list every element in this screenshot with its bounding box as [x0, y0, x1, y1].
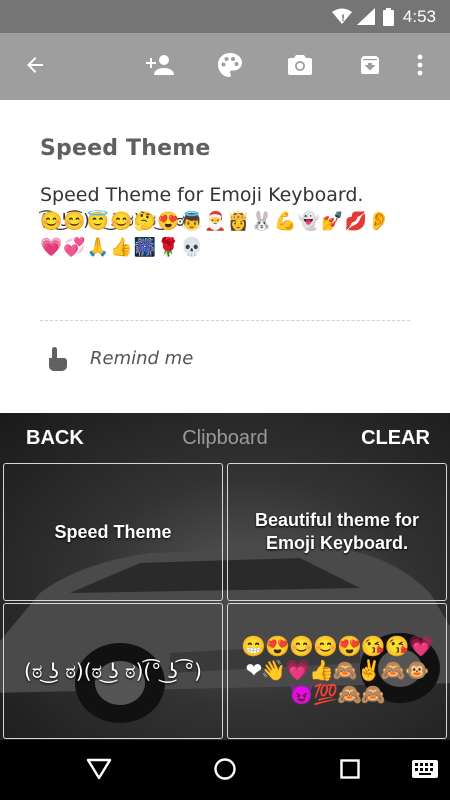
note-title[interactable]: Speed Theme [40, 136, 210, 161]
status-bar: ! 4:53 [0, 0, 450, 33]
emoji: 👍 [110, 237, 133, 257]
keyboard-switch-button[interactable] [408, 754, 442, 788]
clipboard-item[interactable]: Beautiful theme for Emoji Keyboard. [227, 463, 447, 601]
clipboard-keyboard: Clipboard BACK CLEAR Speed Theme Beautif… [0, 413, 450, 740]
clipboard-item[interactable]: 😁😍😊😊😍😘😘💗❤👋💗👍🙈✌🙈🐵😈💯🙈🙈 [227, 603, 447, 739]
nav-back-button[interactable] [82, 754, 116, 788]
clipboard-item-text: Beautiful theme for Emoji Keyboard. [254, 510, 419, 553]
emoji: 👸 [227, 211, 250, 231]
back-button[interactable] [18, 50, 52, 84]
svg-text:!: ! [341, 14, 345, 24]
nav-home-icon [213, 757, 237, 786]
emoji: 😍 [157, 211, 180, 231]
navigation-bar [0, 740, 450, 800]
emoji: 🐰 [250, 211, 274, 231]
note-editor: Speed Theme Speed Theme for Emoji Keyboa… [0, 100, 450, 413]
emoji: 👻 [297, 211, 321, 231]
note-emoji-row: 😊 😊 😇 😊 🤔 😍 👼 🎅 👸 🐰 💪 👻 💅 💋 👂 [40, 210, 390, 232]
emoji: 👂 [367, 211, 391, 231]
divider [40, 320, 410, 321]
emoji: 💗 [40, 237, 63, 257]
toolbar [0, 33, 450, 100]
clipboard-item-text: (ಠ ͜ʖ ಠ)(ಠ ͜ʖ ಠ)(͡° ͜ʖ ͡°) [24, 659, 202, 683]
add-collaborator-button[interactable] [143, 50, 177, 84]
camera-icon [287, 53, 313, 82]
emoji: 😊 [110, 211, 133, 231]
person-add-icon [145, 53, 175, 82]
emoji: 🤔 [133, 211, 157, 231]
clipboard-header: Clipboard BACK CLEAR [0, 413, 450, 461]
remind-me-label: Remind me [90, 348, 194, 369]
emoji: 😊 [63, 211, 86, 231]
archive-button[interactable] [353, 50, 387, 84]
emoji: 🎅 [203, 211, 227, 231]
emoji: 💋 [344, 211, 367, 231]
palette-icon [217, 52, 243, 83]
color-button[interactable] [213, 50, 247, 84]
nav-recents-button[interactable] [333, 754, 367, 788]
arrow-back-icon [23, 53, 47, 82]
emoji: 💅 [321, 211, 344, 231]
emoji: 🌹 [157, 237, 180, 257]
cell-signal-icon [357, 8, 375, 30]
emoji: 🙏 [86, 237, 110, 257]
emoji: 💞 [63, 237, 86, 257]
clipboard-item-text: Speed Theme [54, 521, 172, 542]
nav-home-button[interactable] [208, 754, 242, 788]
more-vert-icon [416, 53, 424, 82]
nav-recents-icon [340, 758, 360, 784]
emoji: 😊 [40, 211, 63, 231]
more-options-button[interactable] [403, 50, 437, 84]
clipboard-item-text: 😁😍😊😊😍😘😘💗❤👋💗👍🙈✌🙈🐵😈💯🙈🙈 [241, 636, 433, 706]
clock: 4:53 [402, 7, 436, 26]
emoji: 💀 [180, 237, 203, 257]
back-key[interactable]: BACK [26, 427, 84, 450]
archive-icon [358, 53, 382, 82]
remind-me-button[interactable]: Remind me [40, 342, 340, 376]
nav-back-icon [86, 758, 112, 785]
keyboard-icon [412, 759, 438, 783]
battery-icon [383, 8, 394, 31]
pointing-hand-icon [46, 346, 70, 377]
emoji: 😇 [86, 211, 110, 231]
clear-key[interactable]: CLEAR [361, 427, 430, 450]
camera-button[interactable] [283, 50, 317, 84]
wifi-icon: ! [332, 8, 352, 30]
clipboard-item[interactable]: Speed Theme [3, 463, 223, 601]
clipboard-item[interactable]: (ಠ ͜ʖ ಠ)(ಠ ͜ʖ ಠ)(͡° ͜ʖ ͡°) [3, 603, 223, 739]
note-body-line: Speed Theme for Emoji Keyboard. [40, 184, 364, 206]
emoji: 🎆 [133, 237, 157, 257]
note-emoji-row: 💗 💞 🙏 👍 🎆 🌹 💀 [40, 236, 203, 258]
emoji: 💪 [274, 211, 297, 231]
emoji: 👼 [180, 211, 203, 231]
